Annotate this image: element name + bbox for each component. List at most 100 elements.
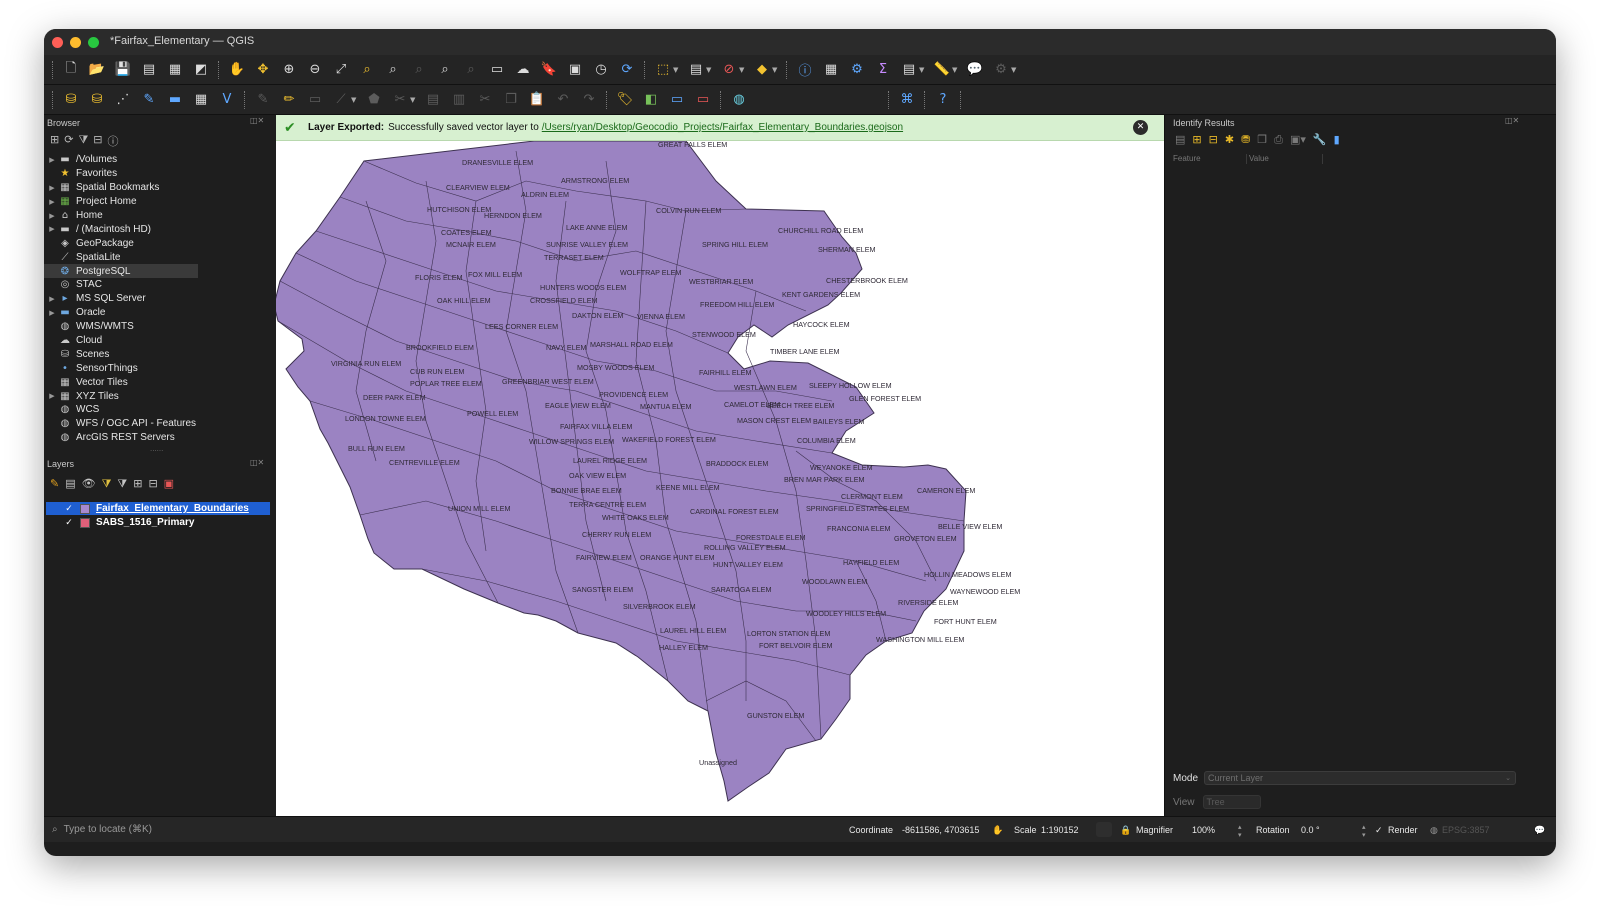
- collapse-all-icon[interactable]: ⊟: [1209, 133, 1218, 147]
- filter-icon[interactable]: ⧩: [78, 133, 88, 149]
- zoom-full-icon[interactable]: ⤢: [330, 59, 352, 81]
- layer-visibility-checkbox[interactable]: ✓: [64, 504, 74, 514]
- manage-map-themes-icon[interactable]: 👁: [82, 477, 96, 491]
- coordinate-value[interactable]: -8611586, 4703615: [902, 825, 979, 835]
- view-select[interactable]: Tree: [1202, 795, 1261, 809]
- zoom-native-icon[interactable]: ⌕: [408, 59, 430, 81]
- chevron-down-icon[interactable]: ▼: [1011, 66, 1019, 74]
- exported-file-link[interactable]: /Users/ryan/Desktop/Geocodio_Projects/Fa…: [542, 122, 903, 133]
- browser-item[interactable]: • SensorThings: [44, 361, 276, 375]
- chevron-down-icon[interactable]: ▼: [673, 66, 681, 74]
- browser-item[interactable]: ▶ ▦ XYZ Tiles: [44, 389, 276, 403]
- browser-item[interactable]: ◎ STAC: [44, 278, 276, 292]
- collapse-all-icon[interactable]: ⊟: [93, 133, 102, 149]
- panel-float-close-icon[interactable]: ◫✕: [1505, 116, 1519, 125]
- expand-arrow-icon[interactable]: ▶: [46, 198, 58, 206]
- new-temporary-layer-icon[interactable]: ✎: [138, 89, 160, 111]
- browser-item[interactable]: ⟋ SpatiaLite: [44, 250, 276, 264]
- chevron-down-icon[interactable]: ▼: [410, 96, 418, 104]
- save-project-icon[interactable]: 💾: [112, 59, 134, 81]
- fairfax-map[interactable]: GREAT FALLS ELEM DRANESVILLE ELEM ARMSTRON…: [276, 141, 1164, 816]
- expand-arrow-icon[interactable]: ▶: [46, 392, 58, 400]
- minimize-window-button[interactable]: [70, 37, 81, 48]
- map-tips-icon[interactable]: 💬: [964, 59, 986, 81]
- select-by-location-icon[interactable]: ◆: [751, 59, 773, 81]
- modify-attributes-icon[interactable]: ✂: [389, 89, 411, 111]
- new-geopackage-layer-icon[interactable]: ⛁: [86, 89, 108, 111]
- layer-row[interactable]: ✓ SABS_1516_Primary: [46, 516, 194, 529]
- toolbar-handle[interactable]: [52, 60, 54, 79]
- browser-item[interactable]: ▦ Vector Tiles: [44, 375, 276, 389]
- expand-arrow-icon[interactable]: ▶: [46, 309, 58, 317]
- browser-item[interactable]: ◍ ArcGIS REST Servers: [44, 431, 276, 445]
- browser-item[interactable]: ▶ ▸ MS SQL Server: [44, 292, 276, 306]
- magnifier-value[interactable]: 100%: [1192, 825, 1215, 835]
- add-group-icon[interactable]: ▤: [65, 477, 75, 491]
- new-map-view-icon[interactable]: ▭: [486, 59, 508, 81]
- magnifier-stepper[interactable]: ▴ ▾: [1238, 823, 1242, 839]
- mode-select[interactable]: Current Layer ⌄: [1204, 771, 1517, 785]
- undo-icon[interactable]: ↶: [552, 89, 574, 111]
- expand-arrow-icon[interactable]: ▶: [46, 212, 58, 220]
- redo-icon[interactable]: ↷: [578, 89, 600, 111]
- browser-item[interactable]: ▶ ▬ / (Macintosh HD): [44, 222, 276, 236]
- refresh-icon[interactable]: ⟳: [64, 133, 73, 149]
- scale-value[interactable]: 1:190152: [1041, 825, 1079, 835]
- open-attribute-table-icon[interactable]: ▦: [820, 59, 842, 81]
- browser-item[interactable]: ◈ GeoPackage: [44, 236, 276, 250]
- zoom-last-icon[interactable]: ⌕: [434, 59, 456, 81]
- browser-item[interactable]: ▶ ▬ Oracle: [44, 306, 276, 320]
- browser-item[interactable]: ▶ ⌂ Home: [44, 209, 276, 223]
- browser-item[interactable]: ⛁ Scenes: [44, 347, 276, 361]
- scissors-icon[interactable]: ✂: [474, 89, 496, 111]
- browser-item[interactable]: ★ Favorites: [44, 167, 276, 181]
- zoom-next-icon[interactable]: ⌕: [460, 59, 482, 81]
- messages-icon[interactable]: 💬: [1534, 825, 1545, 836]
- zoom-out-icon[interactable]: ⊖: [304, 59, 326, 81]
- browser-item[interactable]: ☁ Cloud: [44, 334, 276, 348]
- data-source-manager-icon[interactable]: ⛁: [60, 89, 82, 111]
- browser-item[interactable]: ◍ WCS: [44, 403, 276, 417]
- new-3d-view-icon[interactable]: ☁: [512, 59, 534, 81]
- help-icon[interactable]: ?: [932, 89, 954, 111]
- layer-labeling-icon[interactable]: ◧: [640, 89, 662, 111]
- pan-map-icon[interactable]: ✋: [226, 59, 248, 81]
- scale-dropdown[interactable]: [1096, 822, 1112, 837]
- browser-item[interactable]: ▶ ▦ Project Home: [44, 195, 276, 209]
- add-selected-layers-icon[interactable]: ⊞: [50, 133, 59, 149]
- expand-arrow-icon[interactable]: ▶: [46, 225, 58, 233]
- delete-selected-icon[interactable]: ▤: [422, 89, 444, 111]
- expand-all-icon[interactable]: ⊞: [133, 477, 142, 491]
- add-raster-layer-icon[interactable]: ▦: [190, 89, 212, 111]
- col-feature[interactable]: Feature: [1171, 154, 1247, 164]
- deselect-features-icon[interactable]: ⊘: [718, 59, 740, 81]
- layout-manager-icon[interactable]: ▦: [164, 59, 186, 81]
- help-icon[interactable]: ▮: [1334, 133, 1340, 147]
- expand-arrow-icon[interactable]: ▶: [46, 156, 58, 164]
- properties-icon[interactable]: ⓘ: [107, 133, 118, 149]
- python-console-icon[interactable]: ⌘: [896, 89, 918, 111]
- plugin-globe-icon[interactable]: ◍: [728, 89, 750, 111]
- current-edits-icon[interactable]: ✎: [252, 89, 274, 111]
- copy-features-icon[interactable]: ❐: [500, 89, 522, 111]
- chevron-down-icon[interactable]: ▼: [772, 66, 780, 74]
- toggle-editing-icon[interactable]: ✏: [278, 89, 300, 111]
- expand-new-results-icon[interactable]: ✱: [1225, 133, 1234, 147]
- close-window-button[interactable]: [52, 37, 63, 48]
- identify-mode-icon[interactable]: ▣▾: [1290, 133, 1306, 147]
- lock-scale-icon[interactable]: 🔒: [1120, 825, 1131, 836]
- print-results-icon[interactable]: ⎙: [1274, 133, 1283, 147]
- layer-visibility-checkbox[interactable]: ✓: [64, 518, 74, 528]
- zoom-window-button[interactable]: [88, 37, 99, 48]
- rotation-stepper[interactable]: ▴ ▾: [1362, 823, 1366, 839]
- show-bookmarks-icon[interactable]: ▣: [564, 59, 586, 81]
- expand-arrow-icon[interactable]: ▶: [46, 295, 58, 303]
- expand-all-icon[interactable]: ⊞: [1192, 133, 1201, 147]
- measure-line-icon[interactable]: 📏: [931, 59, 953, 81]
- browser-item[interactable]: ◍ WMS/WMTS: [44, 320, 276, 334]
- remove-layer-icon[interactable]: ▣: [164, 477, 174, 491]
- open-layer-styling-icon[interactable]: ✎: [50, 477, 59, 491]
- style-manager-icon[interactable]: ◩: [190, 59, 212, 81]
- actions-icon[interactable]: ⚙: [990, 59, 1012, 81]
- panel-resize-handle[interactable]: ......: [150, 444, 163, 453]
